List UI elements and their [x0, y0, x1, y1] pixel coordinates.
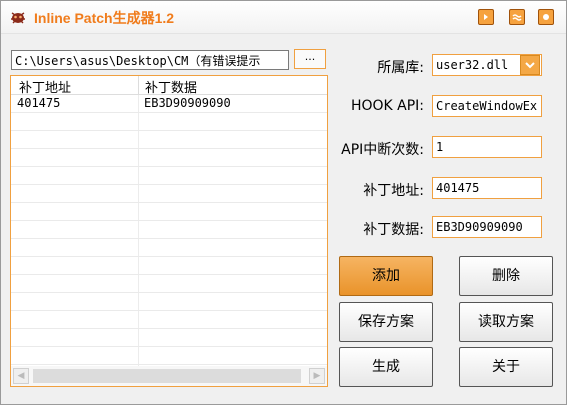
generate-button[interactable]: 生成 [339, 347, 433, 387]
load-scheme-button[interactable]: 读取方案 [459, 302, 553, 342]
save-scheme-button[interactable]: 保存方案 [339, 302, 433, 342]
scroll-right-icon[interactable]: ▶ [309, 368, 325, 384]
empty-row [11, 203, 327, 221]
break-count-label: API中断次数: [341, 142, 424, 158]
patch-address-input[interactable]: 401475 [432, 177, 542, 199]
main-window: Inline Patch生成器1.2 C:\Users\asus\Desktop… [0, 0, 567, 405]
empty-row [11, 185, 327, 203]
title-bar[interactable]: Inline Patch生成器1.2 [1, 1, 566, 34]
empty-row [11, 167, 327, 185]
empty-row [11, 329, 327, 347]
empty-row [11, 239, 327, 257]
empty-row [11, 293, 327, 311]
help-icon[interactable] [478, 9, 494, 25]
library-label: 所属库: [377, 60, 424, 76]
patch-data-label: 补丁数据: [363, 222, 424, 238]
cell-data: EB3D90909090 [144, 96, 231, 110]
table-row[interactable]: 401475 EB3D90909090 [11, 95, 327, 113]
hook-api-label: HOOK API: [350, 98, 424, 114]
empty-row [11, 113, 327, 131]
scroll-left-icon[interactable]: ◀ [13, 368, 29, 384]
add-button[interactable]: 添加 [339, 256, 433, 296]
window-title: Inline Patch生成器1.2 [34, 10, 175, 26]
delete-button[interactable]: 删除 [459, 256, 553, 296]
column-header-address[interactable]: 补丁地址 [19, 77, 71, 96]
browse-button[interactable]: ... [294, 49, 326, 69]
empty-row [11, 257, 327, 275]
break-count-input[interactable]: 1 [432, 136, 542, 158]
minimize-icon[interactable] [509, 9, 525, 25]
cell-address: 401475 [17, 96, 61, 110]
horizontal-scrollbar[interactable]: ◀ ▶ [11, 366, 327, 386]
file-path-input[interactable]: C:\Users\asus\Desktop\CM（有错误提示 [11, 50, 289, 70]
empty-row [11, 347, 327, 365]
chevron-down-icon[interactable] [520, 55, 540, 75]
column-header-data[interactable]: 补丁数据 [145, 77, 197, 96]
empty-row [11, 131, 327, 149]
empty-row [11, 311, 327, 329]
list-header: 补丁地址 补丁数据 [11, 76, 327, 96]
hook-api-input[interactable]: CreateWindowEx [432, 95, 542, 117]
patch-data-input[interactable]: EB3D90909090 [432, 216, 542, 238]
about-button[interactable]: 关于 [459, 347, 553, 387]
empty-row [11, 275, 327, 293]
patch-address-label: 补丁地址: [363, 183, 424, 199]
scrollbar-thumb[interactable] [33, 369, 301, 383]
bug-icon [9, 9, 27, 25]
empty-row [11, 221, 327, 239]
list-rows: 401475 EB3D90909090 [11, 95, 327, 365]
patch-list[interactable]: 补丁地址 补丁数据 401475 EB3D90909090 ◀ ▶ [10, 75, 328, 387]
close-icon[interactable] [538, 9, 554, 25]
column-divider[interactable] [138, 76, 139, 94]
empty-row [11, 149, 327, 167]
